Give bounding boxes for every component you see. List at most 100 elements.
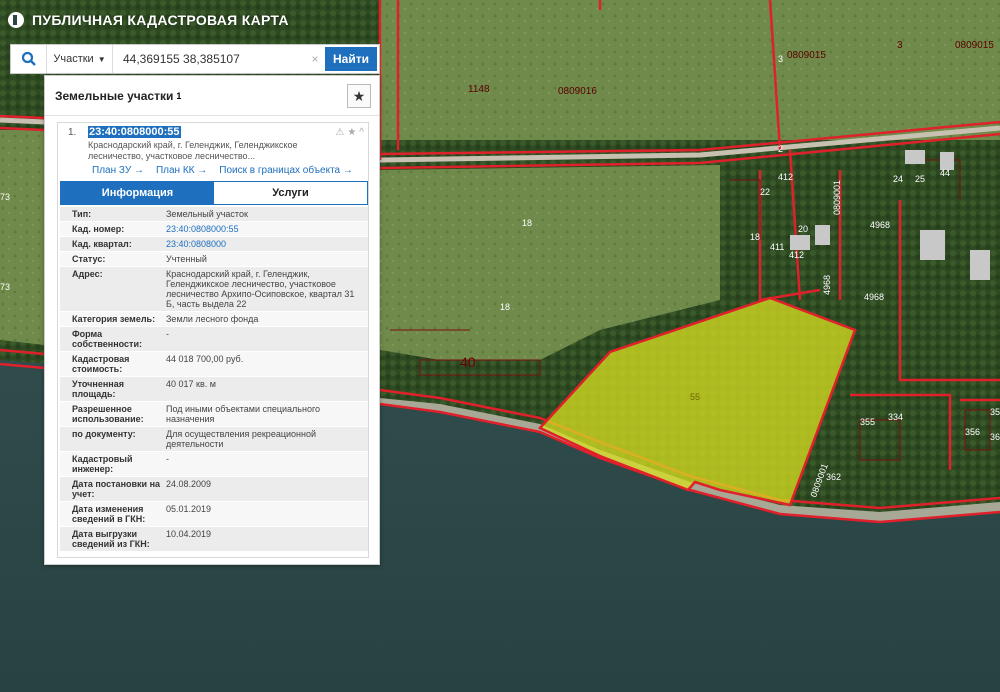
svg-text:2: 2 (778, 144, 783, 154)
chevron-down-icon: ▼ (97, 54, 106, 64)
plan-zu-link[interactable]: План ЗУ → (92, 165, 144, 176)
tab-information[interactable]: Информация (61, 182, 214, 204)
info-key: Дата постановки на учет: (72, 479, 161, 499)
app-title: ПУБЛИЧНАЯ КАДАСТРОВАЯ КАРТА (32, 12, 289, 28)
info-row-export-date: Дата выгрузки сведений из ГКН: 10.04.201… (60, 527, 368, 552)
svg-text:55: 55 (690, 392, 700, 402)
info-row-change-date: Дата изменения сведений в ГКН: 05.01.201… (60, 502, 368, 527)
field-left (0, 130, 45, 345)
svg-text:4968: 4968 (870, 220, 890, 230)
svg-text:355: 355 (860, 417, 875, 427)
svg-text:357: 357 (990, 407, 1000, 417)
search-icon[interactable] (11, 45, 47, 73)
info-value: 40 017 кв. м (166, 379, 216, 389)
svg-text:73: 73 (0, 282, 10, 292)
svg-text:360: 360 (990, 432, 1000, 442)
result-tabs: Информация Услуги (60, 181, 368, 205)
svg-text:0809001: 0809001 (832, 180, 842, 215)
result-number: 1. (68, 127, 77, 138)
svg-text:18: 18 (522, 218, 532, 228)
info-value: 44 018 700,00 руб. (166, 354, 244, 364)
tab-services[interactable]: Услуги (214, 182, 367, 204)
svg-text:44: 44 (940, 168, 950, 178)
svg-text:22: 22 (760, 187, 770, 197)
info-value-link[interactable]: 23:40:0808000 (164, 237, 368, 251)
result-actions: ⚠ ★ ^ (335, 127, 364, 138)
info-key: Статус: (72, 254, 106, 264)
field-top (380, 0, 1000, 140)
info-key: Категория земель: (72, 314, 156, 324)
info-row-by-document: по документу: Для осуществления рекреаци… (60, 427, 368, 452)
star-icon[interactable]: ★ (347, 127, 356, 138)
info-value: Учтенный (166, 254, 207, 264)
info-row-cad-number: Кад. номер: 23:40:0808000:55 (60, 222, 368, 237)
search-input[interactable] (113, 45, 307, 73)
info-key: Кад. номер: (72, 224, 125, 234)
info-value: Краснодарский край, г. Геленджик, Геленд… (166, 269, 355, 309)
svg-text:356: 356 (965, 427, 980, 437)
info-row-type: Тип: Земельный участок (60, 207, 368, 222)
svg-text:25: 25 (915, 174, 925, 184)
svg-text:334: 334 (888, 412, 903, 422)
logo-icon[interactable] (8, 12, 24, 28)
info-value: Под иными объектами специального назначе… (166, 404, 321, 424)
result-summary: 1. 23:40:0808000:55 Краснодарский край, … (58, 123, 368, 176)
road-left (0, 117, 46, 125)
results-panel: Земельные участки 1 ★ 1. 23:40:0808000:5… (44, 75, 380, 565)
info-value: 05.01.2019 (166, 504, 212, 514)
info-row-cad-quarter: Кад. квартал: 23:40:0808000 (60, 237, 368, 252)
svg-text:411: 411 (770, 242, 784, 252)
svg-text:0809016: 0809016 (558, 86, 597, 97)
result-count: 1 (176, 90, 182, 101)
info-value: Земли лесного фонда (166, 314, 259, 324)
info-key: Форма собственности: (72, 329, 142, 349)
search-bar: Участки ▼ × Найти (10, 44, 380, 74)
search-type-dropdown[interactable]: Участки ▼ (47, 45, 113, 73)
collapse-icon[interactable]: ^ (359, 127, 364, 138)
favorites-button[interactable]: ★ (347, 84, 371, 108)
magnifier-icon (21, 51, 36, 66)
info-value: - (166, 454, 169, 464)
info-value-link[interactable]: 23:40:0808000:55 (164, 222, 368, 236)
panel-header: Земельные участки 1 ★ (45, 76, 379, 116)
info-key: Дата изменения сведений в ГКН: (72, 504, 146, 524)
info-value: Для осуществления рекреационной деятельн… (166, 429, 316, 449)
cadastral-number-link[interactable]: 23:40:0808000:55 (88, 126, 181, 138)
svg-text:3: 3 (897, 40, 903, 51)
result-card: 1. 23:40:0808000:55 Краснодарский край, … (57, 122, 369, 558)
app-header: ПУБЛИЧНАЯ КАДАСТРОВАЯ КАРТА (0, 0, 380, 40)
svg-text:18: 18 (500, 302, 510, 312)
svg-text:412: 412 (789, 250, 804, 260)
clear-icon[interactable]: × (307, 45, 323, 73)
search-in-bounds-link[interactable]: Поиск в границах объекта → (219, 165, 353, 176)
info-key: Разрешенное использование: (72, 404, 144, 424)
info-key: Кадастровый инженер: (72, 454, 133, 474)
info-key: Тип: (72, 209, 92, 219)
info-row-cad-value: Кадастровая стоимость: 44 018 700,00 руб… (60, 352, 368, 377)
info-key: Уточненная площадь: (72, 379, 124, 399)
svg-text:18: 18 (750, 232, 760, 242)
info-row-status: Статус: Учтенный (60, 252, 368, 267)
info-value: 24.08.2009 (166, 479, 212, 489)
app-root: 0809015 0809016 1148 3 0809015 18 18 40 … (0, 0, 1000, 692)
search-button[interactable]: Найти (325, 47, 377, 71)
svg-text:40: 40 (460, 354, 476, 370)
plan-kk-link[interactable]: План КК → (156, 165, 207, 176)
info-value: 10.04.2019 (166, 529, 212, 539)
svg-text:362: 362 (826, 472, 841, 482)
info-key: Адрес: (72, 269, 103, 279)
svg-text:4968: 4968 (822, 275, 832, 295)
search-type-label: Участки (53, 53, 94, 65)
info-value: Земельный участок (166, 209, 248, 219)
svg-text:24: 24 (893, 174, 903, 184)
info-key: по документу: (72, 429, 136, 439)
info-row-ownership: Форма собственности: - (60, 327, 368, 352)
svg-text:4968: 4968 (864, 292, 884, 302)
warning-icon[interactable]: ⚠ (335, 127, 344, 138)
info-row-permitted-use: Разрешенное использование: Под иными объ… (60, 402, 368, 427)
info-key: Кад. квартал: (72, 239, 132, 249)
info-table: Тип: Земельный участок Кад. номер: 23:40… (60, 207, 368, 552)
svg-text:1148: 1148 (468, 84, 490, 95)
info-row-address: Адрес: Краснодарский край, г. Геленджик,… (60, 267, 368, 312)
info-row-area: Уточненная площадь: 40 017 кв. м (60, 377, 368, 402)
